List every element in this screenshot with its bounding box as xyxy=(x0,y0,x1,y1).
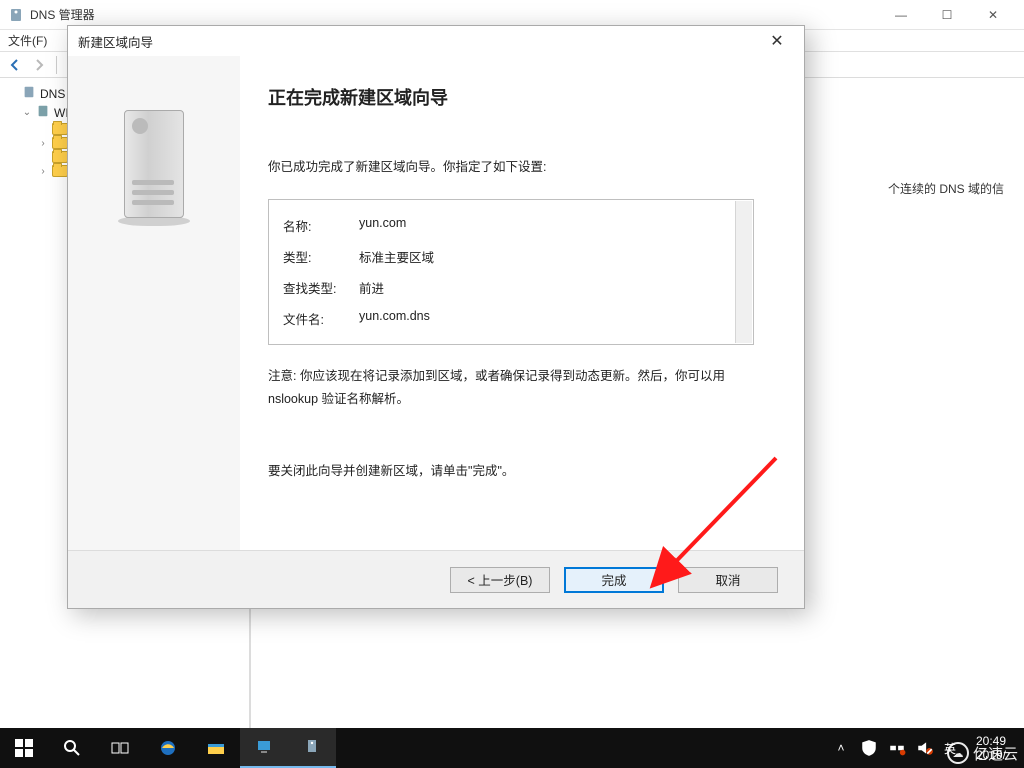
wizard-content: 正在完成新建区域向导 你已成功完成了新建区域向导。你指定了如下设置: 名称:yu… xyxy=(240,56,804,550)
setting-row-type: 类型:标准主要区域 xyxy=(283,241,739,272)
taskbar[interactable]: ˄ 英 20:49 2019/ xyxy=(0,728,1024,768)
dialog-title: 新建区域向导 xyxy=(78,32,153,51)
server-icon xyxy=(36,104,50,121)
window-minimize-button[interactable]: — xyxy=(878,0,924,30)
wizard-note: 注意: 你应该现在将记录添加到区域，或者确保记录得到动态更新。然后，你可以用 n… xyxy=(268,365,754,410)
settings-summary-box: 名称:yun.com 类型:标准主要区域 查找类型:前进 文件名:yun.com… xyxy=(268,199,754,345)
app-icon xyxy=(8,7,24,23)
nav-back-button[interactable] xyxy=(4,54,26,76)
wizard-heading: 正在完成新建区域向导 xyxy=(268,84,754,110)
folder-icon xyxy=(52,151,68,163)
expand-icon[interactable]: › xyxy=(38,138,48,149)
taskbar-dns-manager-icon[interactable] xyxy=(288,728,336,768)
tray-network-icon[interactable] xyxy=(888,739,906,757)
tree-root-label: DNS xyxy=(40,87,65,101)
setting-value: yun.com xyxy=(359,216,406,235)
search-button[interactable] xyxy=(48,728,96,768)
back-button[interactable]: < 上一步(B) xyxy=(450,567,550,593)
wizard-graphic-panel xyxy=(68,56,240,550)
settings-scrollbar[interactable] xyxy=(735,201,752,343)
window-close-button[interactable]: ✕ xyxy=(970,0,1016,30)
setting-value: 标准主要区域 xyxy=(359,247,434,266)
setting-row-filename: 文件名:yun.com.dns xyxy=(283,303,739,334)
setting-value: yun.com.dns xyxy=(359,309,430,328)
task-view-button[interactable] xyxy=(96,728,144,768)
window-title: DNS 管理器 xyxy=(30,6,95,23)
tray-shield-icon[interactable] xyxy=(860,739,878,757)
collapse-icon[interactable]: ⌄ xyxy=(22,107,32,118)
server-illustration xyxy=(118,100,190,226)
folder-icon xyxy=(52,137,68,149)
watermark-text: 亿速云 xyxy=(973,743,1018,764)
taskbar-ie-icon[interactable] xyxy=(144,728,192,768)
nav-forward-button[interactable] xyxy=(28,54,50,76)
start-button[interactable] xyxy=(0,728,48,768)
setting-row-name: 名称:yun.com xyxy=(283,210,739,241)
setting-row-lookup: 查找类型:前进 xyxy=(283,272,739,303)
dns-root-icon xyxy=(22,85,36,102)
menu-file[interactable]: 文件(F) xyxy=(8,34,47,48)
window-maximize-button[interactable]: ☐ xyxy=(924,0,970,30)
wizard-close-message: 要关闭此向导并创建新区域，请单击"完成"。 xyxy=(268,460,754,479)
finish-button[interactable]: 完成 xyxy=(564,567,664,593)
tray-volume-icon[interactable] xyxy=(916,739,934,757)
wizard-success-message: 你已成功完成了新建区域向导。你指定了如下设置: xyxy=(268,156,754,175)
new-zone-wizard-dialog: 新建区域向导 ✕ 正在完成新建区域向导 你已成功完成了新建区域向导。你指定了如下… xyxy=(67,25,805,609)
taskbar-server-manager-icon[interactable] xyxy=(240,728,288,768)
dialog-titlebar: 新建区域向导 ✕ xyxy=(68,26,804,56)
watermark-cloud-icon: ☁ xyxy=(947,742,969,764)
dialog-close-button[interactable]: ✕ xyxy=(760,27,794,55)
cancel-button[interactable]: 取消 xyxy=(678,567,778,593)
tray-overflow-icon[interactable]: ˄ xyxy=(832,739,850,757)
folder-icon xyxy=(52,123,68,135)
watermark: ☁ 亿速云 xyxy=(947,742,1018,764)
folder-icon xyxy=(52,165,68,177)
setting-value: 前进 xyxy=(359,278,384,297)
taskbar-explorer-icon[interactable] xyxy=(192,728,240,768)
expand-icon[interactable]: › xyxy=(38,166,48,177)
wizard-footer: < 上一步(B) 完成 取消 xyxy=(68,550,804,608)
